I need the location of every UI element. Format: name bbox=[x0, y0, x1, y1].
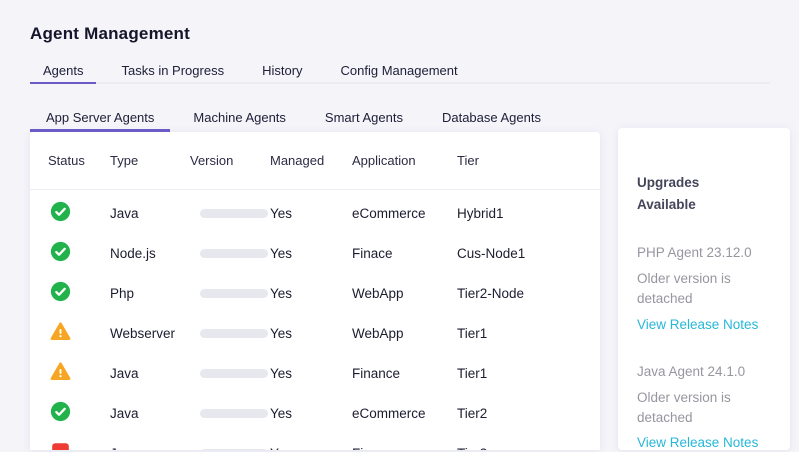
cell-managed: Yes bbox=[270, 325, 293, 341]
cell-tier: Tier1 bbox=[457, 325, 488, 341]
tab-tasks-in-progress[interactable]: Tasks in Progress bbox=[108, 57, 237, 84]
cell-tier: Hybrid1 bbox=[457, 205, 504, 221]
cell-version bbox=[190, 286, 270, 301]
subtab-smart-agents[interactable]: Smart Agents bbox=[309, 101, 419, 132]
sub-tabs: App Server Agents Machine Agents Smart Age… bbox=[30, 101, 564, 132]
warning-triangle-icon bbox=[50, 361, 71, 382]
cell-managed: Yes bbox=[270, 405, 293, 421]
cell-application: WebApp bbox=[352, 325, 404, 341]
cell-type: Java bbox=[110, 405, 139, 421]
cell-application: eCommerce bbox=[352, 205, 426, 221]
upgrade-item: PHP Agent 23.12.0 Older version is detac… bbox=[637, 245, 771, 334]
cell-version bbox=[190, 446, 270, 450]
upgrades-panel: Upgrades Available PHP Agent 23.12.0 Old… bbox=[618, 128, 790, 450]
upgrade-agent-name: Java Agent 24.1.0 bbox=[637, 363, 746, 379]
status-cell bbox=[48, 241, 110, 265]
table-row: Webserver Yes WebApp Tier1 bbox=[30, 313, 600, 353]
column-header-version: Version bbox=[190, 153, 234, 168]
cell-application: Finance bbox=[352, 365, 401, 381]
table-header-row: Status Type Version Managed Application Tier bbox=[30, 132, 600, 190]
version-skeleton-placeholder bbox=[200, 288, 268, 298]
subtab-machine-agents[interactable]: Machine Agents bbox=[177, 101, 302, 132]
version-skeleton-placeholder bbox=[200, 248, 268, 258]
cell-type: Webserver bbox=[110, 325, 176, 341]
table-body: Java Yes eCommerce Hybrid1 Node.js Yes F… bbox=[30, 190, 600, 450]
cell-application: eCommerce bbox=[352, 405, 426, 421]
tab-agents[interactable]: Agents bbox=[30, 57, 97, 84]
version-skeleton-placeholder bbox=[200, 408, 268, 418]
cell-managed: Yes bbox=[270, 285, 293, 301]
status-cell bbox=[48, 281, 110, 305]
table-row: Node.js Yes Finace Cus-Node1 bbox=[30, 233, 600, 273]
subtab-app-server-agents[interactable]: App Server Agents bbox=[30, 101, 171, 132]
view-release-notes-link[interactable]: View Release Notes bbox=[637, 435, 758, 450]
cell-tier: Tier3 bbox=[457, 446, 600, 451]
upgrade-item: Java Agent 24.1.0 Older version is detac… bbox=[637, 364, 771, 452]
warning-triangle-icon bbox=[50, 321, 71, 342]
upgrade-note: Older version is detached bbox=[637, 271, 731, 307]
column-header-status: Status bbox=[48, 153, 85, 168]
column-header-tier: Tier bbox=[457, 153, 479, 168]
cell-tier: Tier2-Node bbox=[457, 285, 525, 301]
column-header-managed: Managed bbox=[270, 153, 325, 168]
check-circle-icon bbox=[50, 401, 71, 422]
cell-type: Java bbox=[110, 446, 190, 451]
status-cell bbox=[48, 321, 110, 345]
version-skeleton-placeholder bbox=[200, 328, 268, 338]
tab-config-management[interactable]: Config Management bbox=[328, 57, 471, 84]
version-skeleton-placeholder bbox=[200, 368, 268, 378]
table-row: Java Yes eCommerce Tier2 bbox=[30, 393, 600, 433]
status-cell bbox=[48, 361, 110, 385]
cell-type: Java bbox=[110, 365, 139, 381]
cell-application: WebApp bbox=[352, 285, 404, 301]
cell-tier: Tier2 bbox=[457, 405, 488, 421]
table-row: Php Yes WebApp Tier2-Node bbox=[30, 273, 600, 313]
cell-version bbox=[190, 206, 270, 221]
check-circle-icon bbox=[50, 241, 71, 262]
version-skeleton-placeholder bbox=[200, 208, 268, 218]
cell-managed: Yes bbox=[270, 365, 293, 381]
cell-version bbox=[190, 326, 270, 341]
cell-managed: Yes bbox=[270, 446, 352, 451]
agent-management-page: Agent Management Agents Tasks in Progress… bbox=[0, 0, 799, 450]
view-release-notes-link[interactable]: View Release Notes bbox=[637, 317, 758, 332]
cell-application: Finance bbox=[352, 446, 457, 451]
table-row: Java Yes Finance Tier1 bbox=[30, 353, 600, 393]
column-header-type: Type bbox=[110, 153, 139, 168]
main-tabs: Agents Tasks in Progress History Config Man… bbox=[30, 57, 770, 84]
check-circle-icon bbox=[50, 201, 71, 222]
subtab-database-agents[interactable]: Database Agents bbox=[426, 101, 557, 132]
status-cell bbox=[48, 441, 110, 450]
status-cell bbox=[48, 401, 110, 425]
cell-managed: Yes bbox=[270, 245, 293, 261]
column-header-application: Application bbox=[352, 153, 416, 168]
page-title: Agent Management bbox=[30, 24, 190, 43]
cell-tier: Cus-Node1 bbox=[457, 245, 526, 261]
table-row: Java Yes eCommerce Hybrid1 bbox=[30, 193, 600, 233]
upgrade-agent-name: PHP Agent 23.12.0 bbox=[637, 245, 752, 261]
agents-table-card: Status Type Version Managed Application Tier … bbox=[30, 132, 600, 450]
cell-type: Node.js bbox=[110, 245, 156, 261]
check-circle-icon bbox=[50, 281, 71, 302]
upgrades-panel-title: Upgrades Available bbox=[637, 175, 700, 212]
upgrade-note: Older version is detached bbox=[637, 389, 731, 425]
cell-version bbox=[190, 366, 270, 381]
cell-tier: Tier1 bbox=[457, 365, 488, 381]
upgrades-list: PHP Agent 23.12.0 Older version is detac… bbox=[637, 245, 771, 452]
cell-version bbox=[190, 246, 270, 261]
error-square-icon bbox=[50, 441, 71, 450]
tab-history[interactable]: History bbox=[249, 57, 315, 84]
cell-managed: Yes bbox=[270, 205, 293, 221]
table-row: Java Yes Finance Tier3 bbox=[30, 433, 600, 450]
cell-application: Finace bbox=[352, 245, 393, 261]
status-cell bbox=[48, 201, 110, 225]
cell-type: Java bbox=[110, 205, 139, 221]
cell-version bbox=[190, 406, 270, 421]
cell-type: Php bbox=[110, 285, 135, 301]
